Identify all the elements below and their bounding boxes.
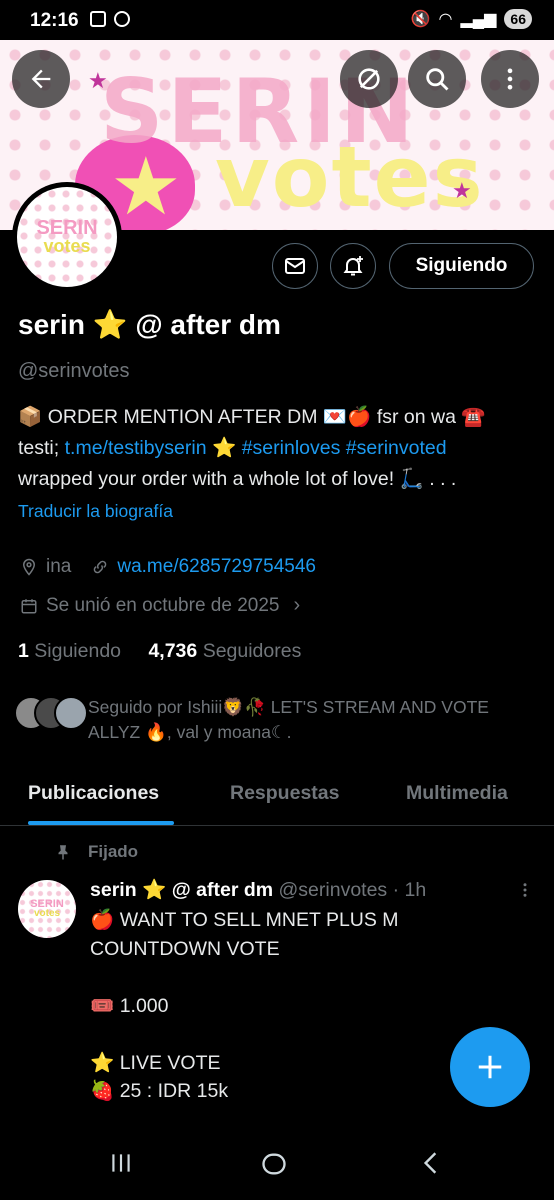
display-name: serin ⭐ @ after dm [18,309,281,340]
home-icon[interactable] [260,1150,288,1178]
profile-bio: 📦 ORDER MENTION AFTER DM 💌🍎 fsr on wa ☎️… [18,402,538,495]
plus-icon [478,1055,502,1079]
tab-publicaciones[interactable]: Publicaciones [28,782,159,805]
follow-counts: 1 Siguiendo 4,736 Seguidores [18,640,301,663]
back-nav-icon[interactable] [418,1150,444,1176]
battery-indicator: 66 [504,9,532,29]
followers-label: Seguidores [202,640,302,662]
joined-text: Se unió en octubre de 2025 [46,594,280,616]
pin-icon [58,845,68,860]
bio-hashtags[interactable]: #serinloves #serinvoted [242,437,447,459]
bio-telegram-link[interactable]: t.me/testibyserin [65,437,207,459]
avatar-image: SERIN votes [17,187,117,287]
tab-multimedia[interactable]: Multimedia [406,782,508,805]
search-icon [426,68,449,91]
grok-icon [358,68,380,90]
post-header: serin ⭐ @ after dm @serinvotes · 1h [90,878,426,902]
bio-star: ⭐ [206,437,242,459]
bio-line-2-prefix: testi; [18,437,65,459]
bell-plus-icon [343,256,363,276]
bio-line-2: testi; t.me/testibyserin ⭐ #serinloves #… [18,433,538,464]
banner-word-bottom: votes [215,128,485,226]
profile-avatar[interactable]: SERIN votes [12,182,122,292]
location-icon [22,558,36,576]
back-button[interactable] [12,50,70,108]
scan-icon [90,11,106,27]
pinned-label: Fijado [88,842,139,861]
message-button[interactable] [272,243,318,289]
post-author-name[interactable]: serin ⭐ @ after dm [90,879,273,901]
calendar-icon [21,598,37,613]
recent-apps-icon[interactable] [108,1150,134,1176]
following-stat[interactable]: 1 Siguiendo [18,640,121,662]
status-time: 12:16 [30,10,79,31]
post-handle-time: @serinvotes · 1h [273,879,427,901]
banner-star-icon: ★ [452,178,472,203]
translate-bio-link[interactable]: Traducir la biografía [18,501,173,522]
following-count: 1 [18,640,29,662]
tab-respuestas[interactable]: Respuestas [230,782,339,805]
pinterest-icon [114,11,130,27]
notifications-button[interactable] [330,243,376,289]
avatar [54,696,88,730]
more-options-button[interactable] [481,50,539,108]
profile-meta-row: ina wa.me/6285729754546 [20,556,316,578]
active-tab-indicator [28,821,174,825]
system-indicators: 🔇 ◠ ▂▄▆ 66 [411,9,532,29]
search-button[interactable] [408,50,466,108]
signal-icon: ▂▄▆ [460,11,497,28]
followers-count: 4,736 [148,640,198,662]
grok-button[interactable] [340,50,398,108]
followers-stat[interactable]: 4,736 Seguidores [148,640,301,662]
pinned-indicator: Fijado [54,842,138,862]
arrow-left-icon [31,69,51,89]
banner-star-icon: ★ [88,68,108,93]
wifi-icon: ◠ [438,11,453,28]
mute-icon: 🔇 [410,11,431,28]
bio-line-3: wrapped your order with a whole lot of l… [18,468,457,490]
avatar-text-bottom: votes [43,236,91,256]
more-vertical-icon [507,68,513,90]
followers-you-know-avatars[interactable] [14,696,88,730]
profile-tabs: Publicaciones Respuestas Multimedia [0,760,554,826]
username: @serinvotes [18,360,130,382]
link-icon [94,560,107,574]
post-text[interactable]: 🍎 WANT TO SELL MNET PLUS M COUNTDOWN VOT… [90,906,450,1106]
notification-icons [90,11,130,27]
more-vertical-icon [523,883,527,897]
status-bar: 12:16 🔇 ◠ ▂▄▆ 66 [0,0,554,40]
post-avatar-text-bottom: votes [33,908,61,919]
compose-post-button[interactable] [450,1027,530,1107]
post-author-avatar[interactable]: SERIN votes [18,880,76,938]
bio-line-1: 📦 ORDER MENTION AFTER DM 💌🍎 fsr on wa ☎️ [18,406,486,428]
location-text: ina [46,556,72,577]
post-more-button[interactable] [516,880,534,906]
joined-row[interactable]: Se unió en octubre de 2025 › [20,594,300,617]
website-link[interactable]: wa.me/6285729754546 [117,556,316,578]
following-button[interactable]: Siguiendo [389,243,534,289]
followed-by-text[interactable]: Seguido por Ishiii🦁🥀 LET'S STREAM AND VO… [88,695,528,745]
following-label: Siguiendo [34,640,122,662]
avatar-text-top: SERIN [36,217,98,239]
chevron-right-icon: › [293,594,301,616]
system-navigation-bar [0,1130,554,1200]
envelope-icon [285,258,305,274]
